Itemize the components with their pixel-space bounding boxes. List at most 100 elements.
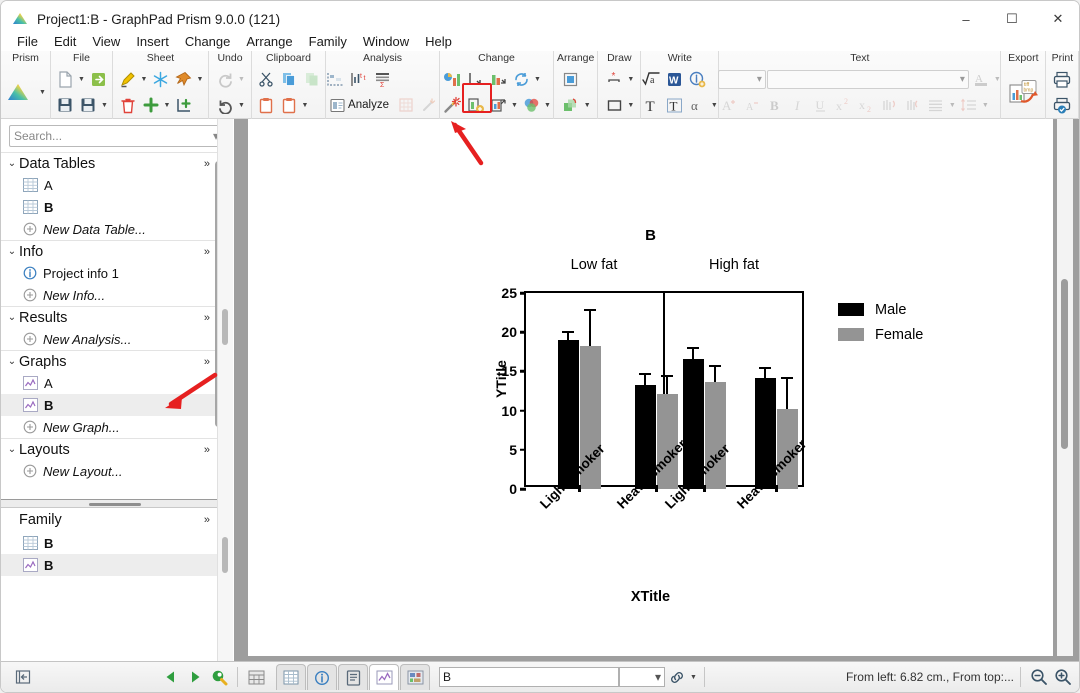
analyze-button[interactable]: Analyze (325, 94, 394, 116)
link-caret-icon[interactable]: ▼ (689, 674, 698, 681)
nonlinear-regression-icon[interactable]: tt (348, 68, 370, 90)
paste-caret-icon[interactable]: ▼ (301, 102, 310, 109)
draw-shape-caret-icon[interactable]: ▼ (626, 102, 635, 109)
undo-icon[interactable] (214, 94, 236, 116)
menu-window[interactable]: Window (355, 32, 417, 51)
insert-equation-icon[interactable]: a (641, 68, 663, 90)
menu-arrange[interactable]: Arrange (238, 32, 300, 51)
section-header-info[interactable]: ⌄ Info» (1, 240, 217, 262)
canvas-scrollbar-thumb[interactable] (1061, 279, 1068, 449)
insert-word-object-icon[interactable]: W (664, 68, 686, 90)
export-image-icon[interactable]: tiff bmp (1006, 70, 1040, 114)
add-data-set-icon[interactable] (464, 94, 486, 116)
section-expander-icon[interactable]: ⌄ (5, 356, 19, 367)
menu-edit[interactable]: Edit (46, 32, 84, 51)
copy-icon[interactable] (278, 68, 300, 90)
nav-item[interactable]: B (1, 196, 217, 218)
undo-caret-icon[interactable]: ▼ (237, 102, 246, 109)
cut-icon[interactable] (255, 68, 277, 90)
highlight-caret-icon[interactable]: ▼ (140, 76, 149, 83)
nav-item[interactable]: New Analysis... (1, 328, 217, 350)
family-more-icon[interactable]: » (204, 514, 217, 526)
nav-item[interactable]: Project info 1 (1, 262, 217, 284)
paste-special-icon[interactable] (278, 94, 300, 116)
link-icon[interactable] (665, 666, 689, 688)
zoom-in-icon[interactable] (1051, 666, 1075, 688)
print-icon[interactable] (1051, 68, 1073, 90)
paste-icon[interactable] (255, 94, 277, 116)
menu-view[interactable]: View (84, 32, 128, 51)
nav-item[interactable]: A (1, 372, 217, 394)
section-header-graphs[interactable]: ⌄ Graphs» (1, 350, 217, 372)
change-axes-icon[interactable] (464, 68, 486, 90)
graph-sheet[interactable]: B Low fat High fat YTitle 0 5 10 15 20 25 Ligh… (248, 119, 1053, 656)
zoom-out-icon[interactable] (1027, 666, 1051, 688)
data-table-tab-icon[interactable] (276, 664, 306, 690)
results-tab-icon[interactable] (338, 664, 368, 690)
family-item[interactable]: B (1, 532, 217, 554)
draw-bracket-caret-icon[interactable]: ▼ (626, 76, 635, 83)
previous-sheet-icon[interactable] (159, 666, 183, 688)
prism-menu-caret-icon[interactable]: ▼ (38, 89, 47, 96)
save-icon[interactable] (54, 94, 76, 116)
freeze-sheet-icon[interactable] (150, 68, 172, 90)
nav-item[interactable]: New Data Table... (1, 218, 217, 240)
insert-text-box-icon[interactable]: T (664, 94, 686, 116)
graph-tab-icon[interactable] (369, 664, 399, 690)
summary-table-icon[interactable]: Σ (371, 68, 393, 90)
change-bar-format-icon[interactable] (487, 68, 509, 90)
add-sheet-icon[interactable] (140, 94, 162, 116)
legend-entry[interactable]: Female (838, 322, 923, 347)
section-expander-icon[interactable]: ⌄ (5, 158, 19, 169)
highlight-pen-icon[interactable] (117, 68, 139, 90)
refresh-graph-icon[interactable] (510, 68, 532, 90)
spreadsheet-icon[interactable] (244, 666, 268, 688)
sidebar-splitter[interactable] (1, 499, 217, 508)
arrange-caret-icon[interactable]: ▼ (583, 102, 592, 109)
graph-appearance-icon[interactable] (441, 68, 463, 90)
open-file-icon[interactable] (87, 68, 109, 90)
delete-sheet-icon[interactable] (117, 94, 139, 116)
color-scheme-icon[interactable] (520, 94, 542, 116)
next-sheet-icon[interactable] (183, 666, 207, 688)
menu-help[interactable]: Help (417, 32, 460, 51)
section-expander-icon[interactable]: ⌄ (5, 444, 19, 455)
save-as-caret-icon[interactable]: ▼ (100, 102, 109, 109)
resize-caret-icon[interactable]: ▼ (510, 102, 519, 109)
menu-family[interactable]: Family (301, 32, 355, 51)
chart-legend[interactable]: Male Female (838, 297, 923, 347)
nav-item[interactable]: New Graph... (1, 416, 217, 438)
outer-scroll-thumb-top[interactable] (222, 309, 228, 345)
significance-bracket-icon[interactable]: * (603, 68, 625, 90)
draw-rectangle-icon[interactable] (603, 94, 625, 116)
nav-item[interactable]: A (1, 174, 217, 196)
change-graph-type-wand-icon[interactable] (441, 94, 463, 116)
section-header-results[interactable]: ⌄ Results» (1, 306, 217, 328)
section-header-data-tables[interactable]: ⌄ Data Tables» (1, 152, 217, 174)
info-tab-icon[interactable] (307, 664, 337, 690)
collapse-panel-icon[interactable] (11, 666, 35, 688)
font-size-select[interactable]: ▾ (717, 69, 766, 89)
save-as-icon[interactable] (77, 94, 99, 116)
secondary-select[interactable]: ▾ (619, 667, 665, 687)
legend-entry[interactable]: Male (838, 297, 923, 322)
insert-text-icon[interactable]: T (641, 94, 663, 116)
menu-change[interactable]: Change (177, 32, 239, 51)
duplicate-sheet-icon[interactable] (173, 94, 195, 116)
outer-scroll-thumb-bottom[interactable] (222, 537, 228, 573)
refresh-caret-icon[interactable]: ▼ (533, 76, 542, 83)
section-expander-icon[interactable]: ⌄ (5, 312, 19, 323)
nav-item[interactable]: B (1, 394, 217, 416)
sheet-select[interactable]: B (439, 667, 619, 687)
print-preview-icon[interactable] (1051, 94, 1073, 116)
nav-item[interactable]: New Info... (1, 284, 217, 306)
analyze-data-icon[interactable] (325, 68, 347, 90)
nav-item[interactable]: New Layout... (1, 460, 217, 482)
sidebar-outer-scrollbar[interactable] (217, 119, 233, 663)
font-name-select[interactable]: ▾ (766, 69, 969, 89)
section-header-layouts[interactable]: ⌄ Layouts» (1, 438, 217, 460)
new-file-icon[interactable] (54, 68, 76, 90)
bar-chart[interactable]: B Low fat High fat YTitle 0 5 10 15 20 25 Ligh… (248, 119, 1053, 656)
color-scheme-caret-icon[interactable]: ▼ (543, 102, 552, 109)
ribbon-overflow-icon[interactable] (1076, 74, 1079, 96)
